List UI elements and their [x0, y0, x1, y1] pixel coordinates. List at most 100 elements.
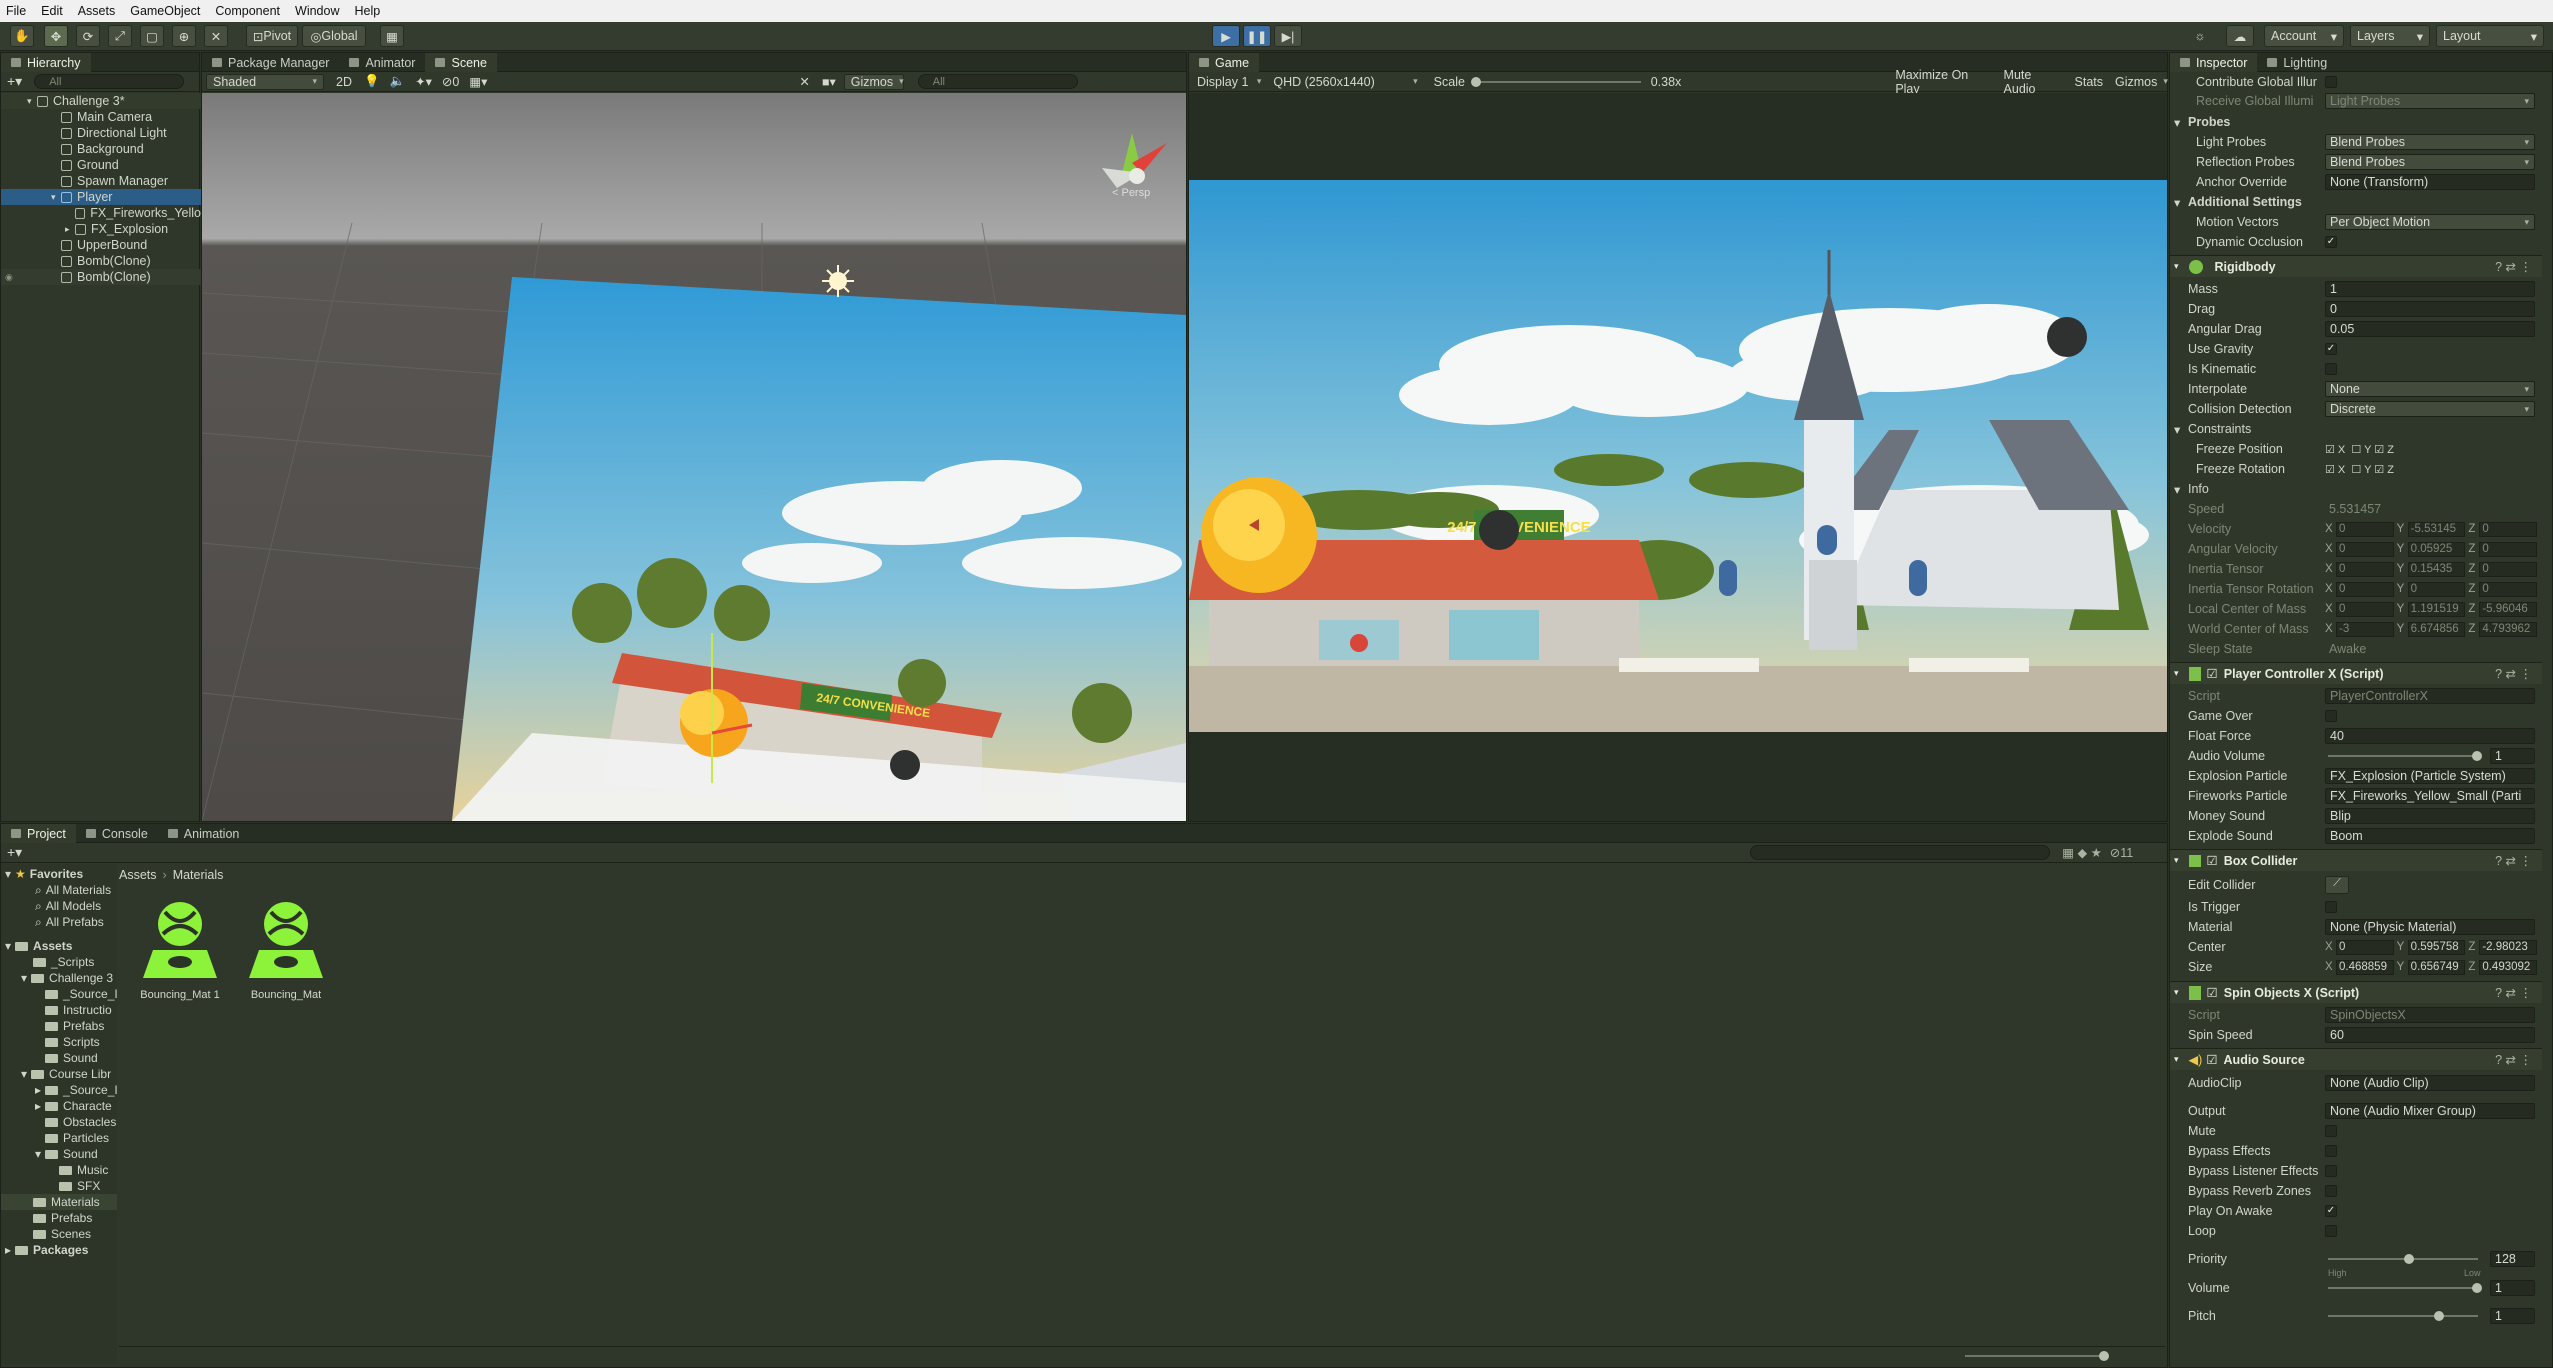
anchor-override-field[interactable]: None (Transform): [2325, 174, 2535, 190]
maximize-on-play-toggle[interactable]: Maximize On Play: [1895, 68, 1993, 96]
info-header[interactable]: ▾ Info: [2170, 479, 2542, 499]
visibility-icon[interactable]: ◉: [5, 272, 13, 283]
cloud-icon[interactable]: ☁: [2226, 25, 2254, 47]
z-value[interactable]: -2.98023: [2479, 939, 2538, 955]
box-collider-header[interactable]: ▾ ☑ Box Collider? ⇄ ⋮: [2170, 849, 2542, 871]
list-item[interactable]: ▸ FX_Explosion: [1, 221, 201, 237]
pivot-toggle[interactable]: ⊡ Pivot: [246, 25, 298, 47]
tree-item[interactable]: ▸ Characte: [1, 1098, 117, 1114]
reflection-probes-dropdown[interactable]: Blend Probes: [2325, 154, 2535, 170]
tree-item[interactable]: Prefabs: [1, 1018, 117, 1034]
player-fireworks-burst[interactable]: [1201, 477, 1317, 593]
tab-console[interactable]: Console: [76, 824, 158, 843]
slider-handle[interactable]: [2472, 1283, 2482, 1293]
edit-collider-button[interactable]: ⟋: [2325, 876, 2349, 894]
scene-root[interactable]: ▾ Challenge 3*: [1, 93, 201, 109]
list-item[interactable]: Bomb(Clone): [1, 253, 201, 269]
layout-dropdown[interactable]: Layout ▾: [2436, 25, 2544, 47]
tab-scene[interactable]: Scene: [425, 53, 497, 72]
enabled-checkbox[interactable]: ☑: [2207, 666, 2218, 681]
2d-toggle[interactable]: 2D: [336, 75, 352, 89]
probes-header[interactable]: ▾ Probes: [2170, 112, 2542, 132]
y-value[interactable]: 0.595758: [2407, 939, 2466, 955]
audio-toggle-icon[interactable]: 🔈: [390, 74, 406, 89]
rect-tool-icon[interactable]: ▢: [140, 25, 164, 47]
menu-assets[interactable]: Assets: [78, 4, 116, 18]
play-button[interactable]: ▶: [1212, 25, 1240, 47]
list-item[interactable]: Background: [1, 141, 201, 157]
output-field[interactable]: None (Audio Mixer Group): [2325, 1103, 2535, 1119]
volume-slider[interactable]: [2328, 1283, 2482, 1293]
game-gizmos-dropdown[interactable]: Gizmos: [2109, 74, 2167, 90]
explode-sound-field[interactable]: Boom: [2325, 828, 2535, 844]
mute-checkbox[interactable]: [2325, 1125, 2337, 1137]
hidden-count-icon[interactable]: ⊘11: [2110, 845, 2133, 860]
tree-item[interactable]: Prefabs: [1, 1210, 117, 1226]
mass-field[interactable]: 1: [2325, 281, 2535, 297]
tree-item[interactable]: _Source_I: [1, 986, 117, 1002]
menu-help[interactable]: Help: [354, 4, 380, 18]
component-menu-icon[interactable]: ? ⇄ ⋮: [2495, 985, 2532, 1000]
shading-dropdown[interactable]: Shaded: [206, 73, 324, 90]
angular-drag-field[interactable]: 0.05: [2325, 321, 2535, 337]
create-icon[interactable]: +▾: [7, 844, 22, 861]
tree-item[interactable]: ▾ Course Libr: [1, 1066, 117, 1082]
pitch-slider[interactable]: [2328, 1311, 2478, 1321]
component-menu-icon[interactable]: ? ⇄ ⋮: [2495, 666, 2532, 681]
volume-field[interactable]: 1: [2490, 1280, 2535, 1296]
tree-item[interactable]: ▾ Assets: [1, 938, 117, 954]
layers-dropdown[interactable]: Layers ▾: [2350, 25, 2430, 47]
game-viewport[interactable]: 24/7 CONVENIENCE: [1189, 180, 2167, 732]
float-force-field[interactable]: 40: [2325, 728, 2535, 744]
additional-settings-header[interactable]: ▾ Additional Settings: [2170, 192, 2542, 212]
mute-audio-toggle[interactable]: Mute Audio: [2004, 68, 2065, 96]
slider-handle[interactable]: [2434, 1311, 2444, 1321]
tab-game[interactable]: Game: [1189, 53, 1260, 72]
fireworks-particle-field[interactable]: FX_Fireworks_Yellow_Small (Parti: [2325, 788, 2535, 804]
tree-item[interactable]: ⌕ All Models: [1, 898, 117, 914]
size-xyz[interactable]: X 0.468859 Y 0.656749 Z 0.493092: [2325, 959, 2540, 975]
stats-toggle[interactable]: Stats: [2075, 75, 2104, 89]
persp-label[interactable]: < Persp: [1112, 187, 1150, 199]
gizmos-dropdown[interactable]: Gizmos: [843, 73, 904, 90]
enabled-checkbox[interactable]: ☑: [2207, 985, 2218, 1000]
list-item[interactable]: Spawn Manager: [1, 173, 201, 189]
camera-icon[interactable]: ■▾: [822, 74, 836, 89]
slider-handle[interactable]: [2099, 1351, 2109, 1361]
menu-edit[interactable]: Edit: [41, 4, 63, 18]
transform-tool-icon[interactable]: ⊕: [172, 25, 196, 47]
enabled-checkbox[interactable]: ☑: [2207, 853, 2218, 868]
y-value[interactable]: 0.656749: [2407, 959, 2466, 975]
bypass-listener-checkbox[interactable]: [2325, 1165, 2337, 1177]
collision-detection-dropdown[interactable]: Discrete: [2325, 401, 2535, 417]
menu-component[interactable]: Component: [215, 4, 280, 18]
spin-speed-field[interactable]: 60: [2325, 1027, 2535, 1043]
list-item-selected[interactable]: ▾ Player: [1, 189, 201, 205]
tab-hierarchy[interactable]: Hierarchy: [1, 53, 91, 72]
is-kinematic-checkbox[interactable]: [2325, 363, 2337, 375]
light-probes-dropdown[interactable]: Blend Probes: [2325, 134, 2535, 150]
tree-item[interactable]: _Scripts: [1, 954, 117, 970]
motion-vectors-dropdown[interactable]: Per Object Motion: [2325, 214, 2535, 230]
scale-tool-icon[interactable]: ⤢: [108, 25, 132, 47]
tree-item[interactable]: Instructio: [1, 1002, 117, 1018]
list-item[interactable]: ◉ Bomb(Clone): [1, 269, 201, 285]
receive-gi-dropdown[interactable]: Light Probes: [2325, 93, 2535, 109]
x-value[interactable]: 0: [2336, 939, 2394, 955]
player-controller-header[interactable]: ▾ ☑ Player Controller X (Script)? ⇄ ⋮: [2170, 662, 2542, 684]
add-icon[interactable]: +▾: [7, 73, 22, 90]
light-toggle-icon[interactable]: 💡: [364, 74, 380, 89]
grid-icon[interactable]: ▦▾: [469, 74, 487, 89]
material-field[interactable]: None (Physic Material): [2325, 919, 2535, 935]
freeze-position-checkboxes[interactable]: ☑ X ☐ Y ☑ Z: [2325, 443, 2394, 456]
menu-window[interactable]: Window: [295, 4, 339, 18]
account-dropdown[interactable]: Account ▾: [2264, 25, 2344, 47]
global-toggle[interactable]: ◎ Global: [302, 25, 366, 47]
priority-slider[interactable]: [2328, 1254, 2478, 1264]
is-trigger-checkbox[interactable]: [2325, 901, 2337, 913]
scale-slider-handle[interactable]: [1470, 76, 1481, 87]
dynamic-occlusion-checkbox[interactable]: ✓: [2325, 236, 2337, 248]
hierarchy-search[interactable]: All: [34, 74, 185, 89]
hidden-objects-icon[interactable]: ⊘0: [442, 74, 459, 89]
asset-tile[interactable]: Bouncing_Mat: [241, 900, 331, 1010]
